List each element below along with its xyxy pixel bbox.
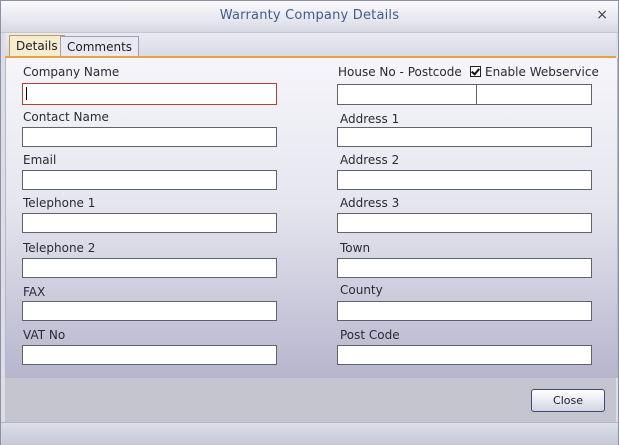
dialog-footer	[5, 378, 616, 422]
contact-name-field[interactable]	[22, 127, 277, 147]
telephone-1-field[interactable]	[22, 213, 277, 233]
address-1-label: Address 1	[340, 112, 400, 126]
post-code-field[interactable]	[337, 345, 592, 365]
house-no-field[interactable]	[338, 85, 476, 104]
fax-label: FAX	[23, 285, 46, 299]
house-no-postcode-label: House No - Postcode	[338, 65, 462, 79]
post-code-label: Post Code	[340, 328, 400, 342]
vat-no-label: VAT No	[23, 328, 66, 342]
enable-webservice-checkbox[interactable]	[470, 66, 481, 77]
text-caret	[26, 87, 27, 100]
bottom-bar	[1, 422, 618, 445]
contact-name-label: Contact Name	[23, 110, 109, 124]
county-label: County	[340, 283, 383, 297]
close-button[interactable]: Close	[531, 389, 605, 412]
telephone-1-label: Telephone 1	[23, 196, 96, 210]
town-field[interactable]	[337, 258, 592, 278]
tab-details[interactable]: Details	[9, 35, 65, 58]
address-2-label: Address 2	[340, 153, 400, 167]
close-icon[interactable]: ×	[596, 7, 608, 23]
telephone-2-field[interactable]	[22, 258, 277, 278]
warranty-company-dialog: Warranty Company Details × Details Comme…	[0, 0, 619, 445]
telephone-2-label: Telephone 2	[23, 241, 96, 255]
tab-strip: Details Comments	[5, 33, 616, 58]
postcode-lookup-field[interactable]	[476, 85, 591, 104]
tab-comments[interactable]: Comments	[60, 36, 140, 57]
window-title: Warranty Company Details	[219, 8, 400, 23]
town-label: Town	[340, 241, 371, 255]
address-3-field[interactable]	[337, 213, 592, 233]
address-3-label: Address 3	[340, 196, 400, 210]
fax-field[interactable]	[22, 301, 277, 321]
email-field[interactable]	[22, 170, 277, 190]
address-1-field[interactable]	[337, 127, 592, 147]
company-name-field[interactable]	[22, 83, 277, 105]
title-bar[interactable]: Warranty Company Details ×	[1, 1, 618, 33]
county-field[interactable]	[337, 301, 592, 321]
address-2-field[interactable]	[337, 170, 592, 190]
vat-no-field[interactable]	[22, 345, 277, 365]
company-name-label: Company Name	[23, 65, 120, 79]
email-label: Email	[23, 153, 57, 167]
enable-webservice-label[interactable]: Enable Webservice	[485, 65, 599, 79]
house-no-postcode-field	[337, 84, 592, 105]
